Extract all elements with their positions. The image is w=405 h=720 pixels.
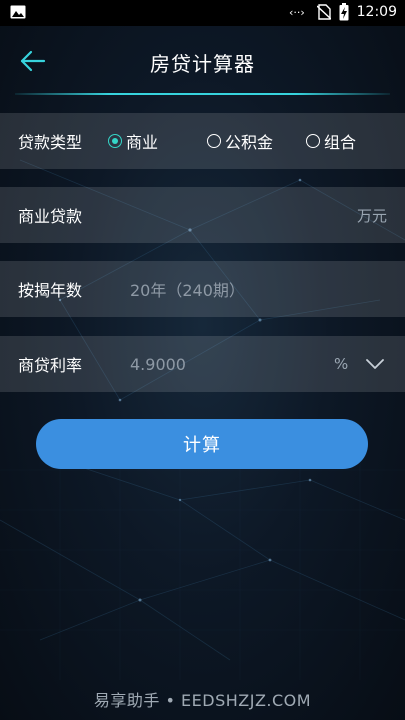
loan-amount-unit: 万元 <box>356 206 387 225</box>
radio-commercial[interactable]: 商业 <box>108 129 158 153</box>
radio-provident-fund-label: 公积金 <box>225 133 274 152</box>
loan-rate-value[interactable]: 4.9000 <box>130 355 186 374</box>
battery-charging-icon <box>339 3 349 21</box>
image-icon <box>10 5 26 19</box>
loan-rate-label: 商贷利率 <box>18 356 83 375</box>
chevron-down-icon[interactable] <box>365 357 385 371</box>
radio-checked-icon <box>108 134 122 148</box>
loan-type-label: 贷款类型 <box>18 133 83 152</box>
radio-commercial-label: 商业 <box>126 133 159 152</box>
radio-provident-fund[interactable]: 公积金 <box>207 129 273 153</box>
svg-text:‹··›: ‹··› <box>289 6 305 19</box>
radio-combined[interactable]: 组合 <box>306 129 356 153</box>
commercial-loan-row: 商业贷款 万元 <box>0 187 405 243</box>
app-bar: 房贷计算器 <box>0 26 405 96</box>
status-bar: ‹··› 12:09 <box>0 0 405 26</box>
loan-rate-row: 商贷利率 4.9000 % <box>0 336 405 392</box>
title-divider <box>15 93 390 95</box>
loan-amount-input[interactable] <box>128 199 332 231</box>
loan-term-row[interactable]: 按揭年数 20年（240期） <box>0 261 405 317</box>
page-title: 房贷计算器 <box>150 52 255 76</box>
status-time: 12:09 <box>356 4 397 20</box>
loan-rate-unit: % <box>334 355 349 373</box>
watermark-text: 易享助手 • EEDSHZJZ.COM <box>93 691 312 710</box>
radio-combined-label: 组合 <box>324 133 357 152</box>
commercial-loan-label: 商业贷款 <box>18 207 83 226</box>
loan-term-label: 按揭年数 <box>18 281 83 300</box>
no-sim-icon <box>316 4 331 20</box>
loan-type-row: 贷款类型 商业 公积金 组合 <box>0 113 405 169</box>
calculate-button[interactable]: 计算 <box>36 419 368 469</box>
radio-unchecked-icon <box>306 134 320 148</box>
signal-icon: ‹··› <box>289 6 305 19</box>
loan-term-value[interactable]: 20年（240期） <box>130 277 245 301</box>
radio-unchecked-icon <box>207 134 221 148</box>
